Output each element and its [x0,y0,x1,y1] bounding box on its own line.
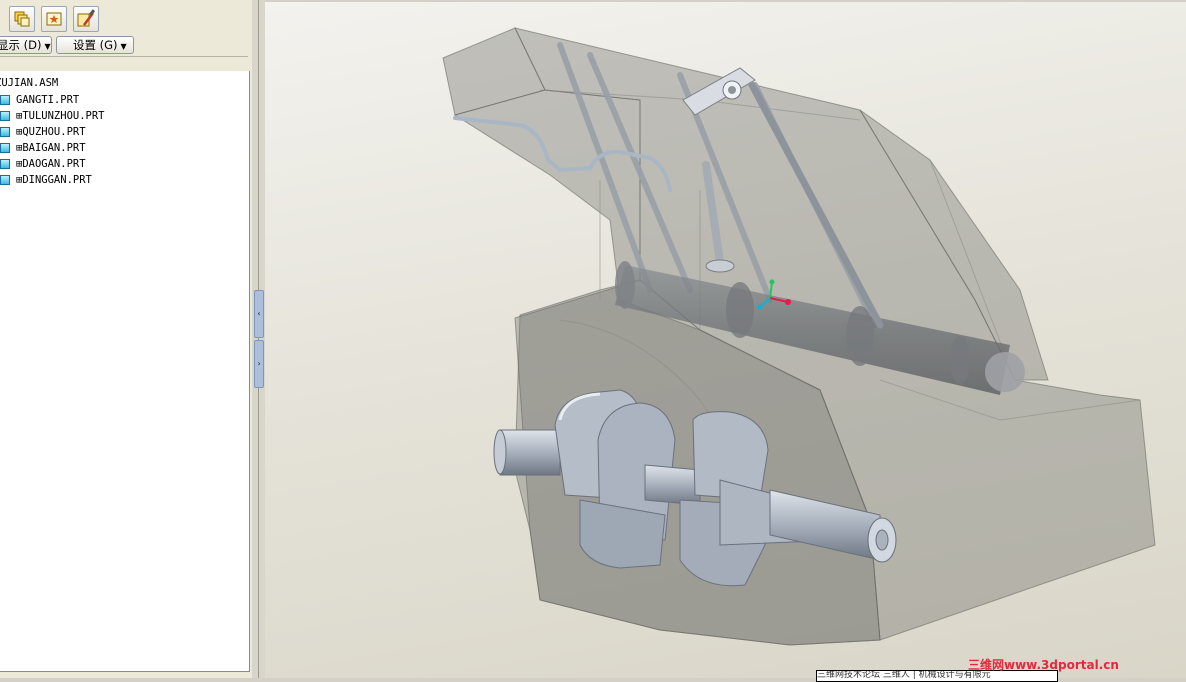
assembly-model[interactable] [265,2,1186,678]
tree-settings-button[interactable] [41,6,67,32]
tree-item-text: QUZHOU.PRT [22,126,86,138]
part-icon [0,159,10,169]
tree-item-label: ⊞BAIGAN.PRT [16,141,86,156]
chevron-down-icon: ▼ [120,42,127,51]
graphics-viewport[interactable] [265,2,1186,678]
show-menu-label: 显示 (D) [0,38,42,52]
settings-menu-label: 设置 (G) [73,38,118,52]
panel-splitter[interactable]: ‹ › [252,0,265,678]
tree-item-text: DAOGAN.PRT [22,158,86,170]
tree-item-label: ⊞TULUNZHOU.PRT [16,109,105,124]
expand-right-button[interactable]: › [254,340,264,388]
layers-icon [14,11,30,27]
part-icon [0,175,10,185]
tree-item-text: TULUNZHOU.PRT [22,110,105,122]
tree-item-label: ⊞DAOGAN.PRT [16,157,86,172]
tree-root-label[interactable]: ZUJIAN.ASM [0,77,58,89]
part-icon [0,95,10,105]
tools-button[interactable] [73,6,99,32]
tree-item-text: DINGGAN.PRT [22,174,92,186]
layers-button[interactable] [9,6,35,32]
navigator-menubar: 显示 (D) ▼ 设置 (G) ▼ [0,34,252,56]
tree-item-text: BAIGAN.PRT [22,142,86,154]
tree-item-label: GANGTI.PRT [16,94,80,106]
tree-item-label: ⊞DINGGAN.PRT [16,173,92,188]
chevron-down-icon: ▼ [44,42,51,51]
chevron-right-icon: › [256,359,262,368]
settings-menu-button[interactable]: 设置 (G) ▼ [56,36,134,54]
part-icon [0,127,10,137]
tree-item-label: ⊞QUZHOU.PRT [16,125,86,140]
part-icon [0,111,10,121]
show-menu-button[interactable]: 显示 (D) ▼ [0,36,52,54]
model-tree: ZUJIAN.ASM GANGTI.PRT ⊞TULUNZHOU.PRT ⊞QU… [0,71,250,672]
splitter-line [258,0,259,678]
part-icon [0,143,10,153]
collapse-left-button[interactable]: ‹ [254,290,264,338]
tree-column-header [0,56,248,72]
model-tree-panel: 显示 (D) ▼ 设置 (G) ▼ ZUJIAN.ASM GANGTI.PRT ⊞T… [0,0,252,678]
tools-icon [77,9,96,27]
chevron-left-icon: ‹ [256,309,262,318]
settings-star-icon [46,12,62,26]
navigator-toolbar [0,0,252,34]
watermark-text: 三维网www.3dportal.cn [968,658,1119,672]
